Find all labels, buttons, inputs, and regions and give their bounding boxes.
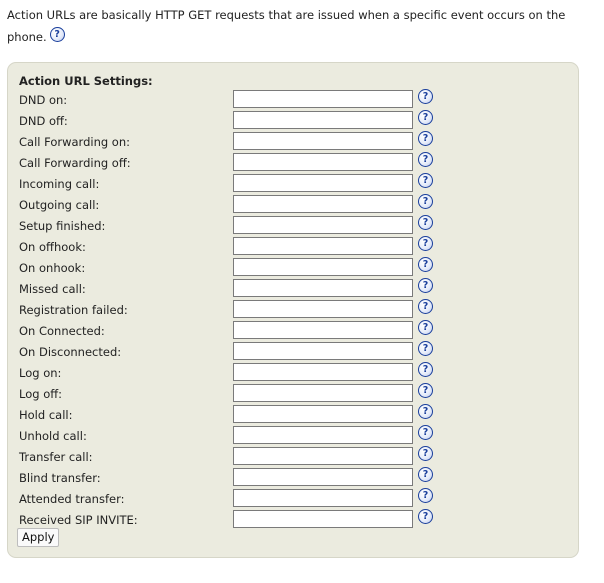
- log-off-label: Log off:: [19, 387, 63, 401]
- form-row-log-on: Log on:?: [8, 362, 578, 383]
- help-icon[interactable]: ?: [418, 215, 433, 230]
- form-row-on-disconnected: On Disconnected:?: [8, 341, 578, 362]
- intro-paragraph: Action URLs are basically HTTP GET reque…: [7, 4, 567, 48]
- log-on-label: Log on:: [19, 366, 62, 380]
- missed-call-label: Missed call:: [19, 282, 86, 296]
- form-row-setup-finished: Setup finished:?: [8, 215, 578, 236]
- form-row-on-offhook: On offhook:?: [8, 236, 578, 257]
- transfer-call-url-input[interactable]: [233, 447, 413, 465]
- help-icon[interactable]: ?: [418, 131, 433, 146]
- help-icon[interactable]: ?: [418, 173, 433, 188]
- on-connected-label: On Connected:: [19, 324, 105, 338]
- help-icon[interactable]: ?: [418, 509, 433, 524]
- help-icon[interactable]: ?: [418, 320, 433, 335]
- form-row-on-connected: On Connected:?: [8, 320, 578, 341]
- form-row-transfer-call: Transfer call:?: [8, 446, 578, 467]
- incoming-call-label: Incoming call:: [19, 177, 100, 191]
- on-disconnected-label: On Disconnected:: [19, 345, 122, 359]
- call-forwarding-on-url-input[interactable]: [233, 132, 413, 150]
- on-offhook-url-input[interactable]: [233, 237, 413, 255]
- help-icon[interactable]: ?: [418, 89, 433, 104]
- blind-transfer-label: Blind transfer:: [19, 471, 101, 485]
- registration-failed-url-input[interactable]: [233, 300, 413, 318]
- dnd-off-url-input[interactable]: [233, 111, 413, 129]
- missed-call-url-input[interactable]: [233, 279, 413, 297]
- form-row-log-off: Log off:?: [8, 383, 578, 404]
- help-icon[interactable]: ?: [418, 383, 433, 398]
- help-icon[interactable]: ?: [418, 194, 433, 209]
- form-row-dnd-on: DND on:?: [8, 89, 578, 110]
- dnd-on-label: DND on:: [19, 93, 68, 107]
- on-disconnected-url-input[interactable]: [233, 342, 413, 360]
- form-row-registration-failed: Registration failed:?: [8, 299, 578, 320]
- unhold-call-label: Unhold call:: [19, 429, 87, 443]
- setup-finished-label: Setup finished:: [19, 219, 106, 233]
- form-row-unhold-call: Unhold call:?: [8, 425, 578, 446]
- help-icon[interactable]: ?: [49, 27, 65, 42]
- form-row-incoming-call: Incoming call:?: [8, 173, 578, 194]
- help-icon[interactable]: ?: [418, 299, 433, 314]
- on-onhook-label: On onhook:: [19, 261, 86, 275]
- outgoing-call-url-input[interactable]: [233, 195, 413, 213]
- intro-text: Action URLs are basically HTTP GET reque…: [7, 8, 566, 44]
- call-forwarding-on-label: Call Forwarding on:: [19, 135, 131, 149]
- hold-call-label: Hold call:: [19, 408, 73, 422]
- help-icon[interactable]: ?: [418, 488, 433, 503]
- call-forwarding-off-url-input[interactable]: [233, 153, 413, 171]
- help-icon[interactable]: ?: [418, 341, 433, 356]
- outgoing-call-label: Outgoing call:: [19, 198, 100, 212]
- form-row-missed-call: Missed call:?: [8, 278, 578, 299]
- setup-finished-url-input[interactable]: [233, 216, 413, 234]
- incoming-call-url-input[interactable]: [233, 174, 413, 192]
- dnd-on-url-input[interactable]: [233, 90, 413, 108]
- form-row-call-forwarding-off: Call Forwarding off:?: [8, 152, 578, 173]
- received-sip-invite-url-input[interactable]: [233, 510, 413, 528]
- help-icon[interactable]: ?: [418, 446, 433, 461]
- on-connected-url-input[interactable]: [233, 321, 413, 339]
- transfer-call-label: Transfer call:: [19, 450, 93, 464]
- unhold-call-url-input[interactable]: [233, 426, 413, 444]
- apply-button[interactable]: Apply: [17, 528, 60, 547]
- form-row-attended-transfer: Attended transfer:?: [8, 488, 578, 509]
- attended-transfer-label: Attended transfer:: [19, 492, 125, 506]
- attended-transfer-url-input[interactable]: [233, 489, 413, 507]
- on-onhook-url-input[interactable]: [233, 258, 413, 276]
- help-icon[interactable]: ?: [418, 152, 433, 167]
- help-icon[interactable]: ?: [418, 257, 433, 272]
- form-row-blind-transfer: Blind transfer:?: [8, 467, 578, 488]
- form-row-dnd-off: DND off:?: [8, 110, 578, 131]
- registration-failed-label: Registration failed:: [19, 303, 128, 317]
- hold-call-url-input[interactable]: [233, 405, 413, 423]
- help-icon[interactable]: ?: [418, 362, 433, 377]
- form-row-received-sip-invite: Received SIP INVITE:?: [8, 509, 578, 530]
- help-icon[interactable]: ?: [418, 467, 433, 482]
- log-off-url-input[interactable]: [233, 384, 413, 402]
- form-row-on-onhook: On onhook:?: [8, 257, 578, 278]
- blind-transfer-url-input[interactable]: [233, 468, 413, 486]
- panel-title: Action URL Settings:: [19, 74, 153, 88]
- help-icon[interactable]: ?: [418, 236, 433, 251]
- log-on-url-input[interactable]: [233, 363, 413, 381]
- on-offhook-label: On offhook:: [19, 240, 86, 254]
- form-row-call-forwarding-on: Call Forwarding on:?: [8, 131, 578, 152]
- help-icon[interactable]: ?: [418, 278, 433, 293]
- received-sip-invite-label: Received SIP INVITE:: [19, 513, 138, 527]
- call-forwarding-off-label: Call Forwarding off:: [19, 156, 131, 170]
- form-row-outgoing-call: Outgoing call:?: [8, 194, 578, 215]
- dnd-off-label: DND off:: [19, 114, 68, 128]
- form-row-hold-call: Hold call:?: [8, 404, 578, 425]
- help-icon[interactable]: ?: [418, 404, 433, 419]
- help-icon[interactable]: ?: [418, 110, 433, 125]
- action-url-settings-panel: Action URL Settings: DND on:? DND off:? Ca…: [7, 62, 579, 558]
- help-icon[interactable]: ?: [418, 425, 433, 440]
